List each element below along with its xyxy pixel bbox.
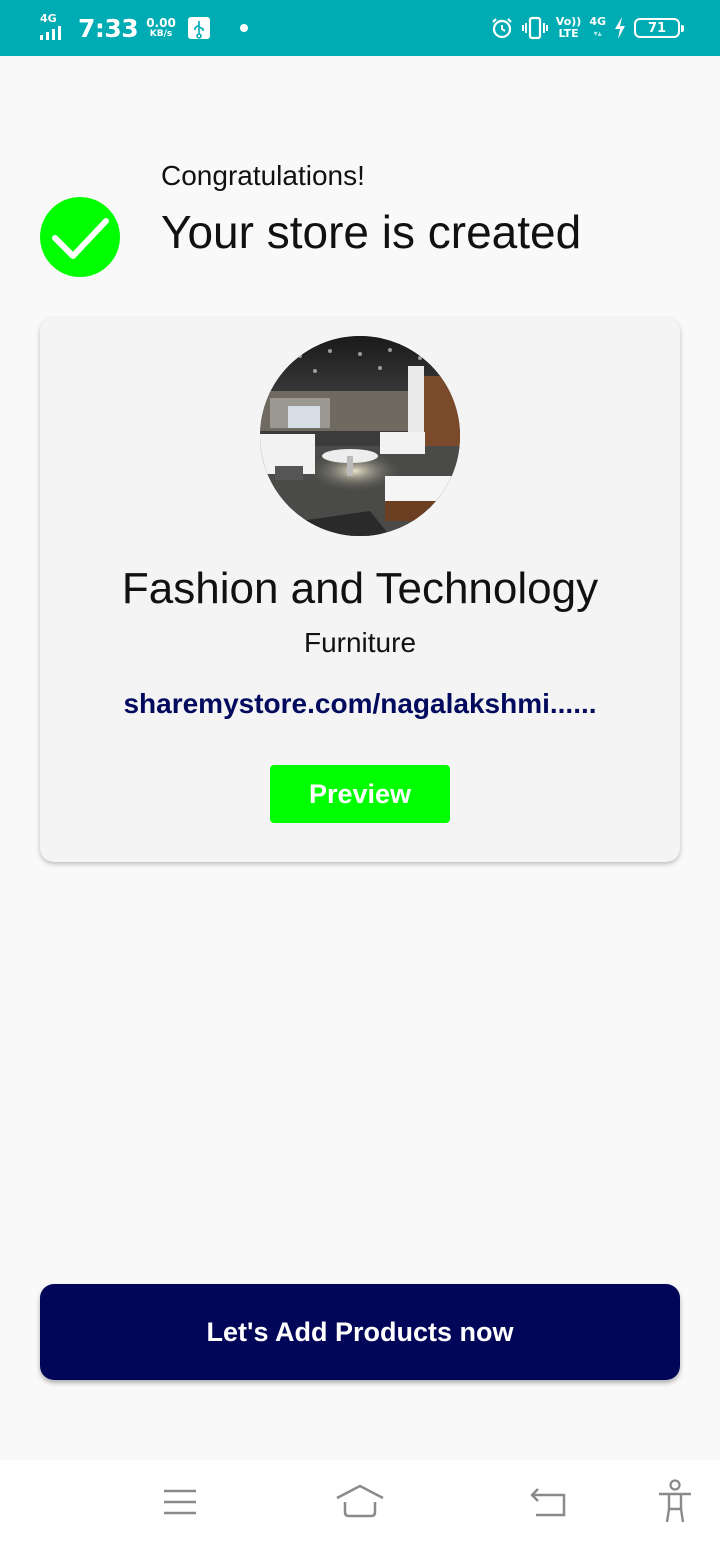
success-check-icon — [40, 197, 120, 277]
network-right: 4G — [589, 15, 606, 28]
speed-value: 0.00 — [146, 16, 176, 30]
page-title: Your store is created — [161, 206, 582, 258]
alarm-icon — [492, 18, 512, 39]
charging-icon — [615, 17, 625, 39]
vibrate-icon — [521, 16, 548, 40]
preview-button[interactable]: Preview — [270, 765, 450, 823]
add-products-button[interactable]: Let's Add Products now — [40, 1284, 680, 1380]
network-type: 4G — [40, 12, 57, 25]
store-card: Fashion and Technology Furniture sharemy… — [40, 318, 680, 862]
notification-dot — [239, 24, 248, 32]
home-icon[interactable] — [335, 1478, 385, 1526]
volte-bottom: LTE — [558, 27, 579, 40]
speed-unit: KB/s — [149, 29, 173, 39]
usb-icon — [187, 17, 210, 39]
store-photo — [260, 336, 460, 536]
system-nav-bar — [0, 1460, 720, 1544]
accessibility-icon[interactable] — [650, 1478, 700, 1526]
status-bar: 4G 7:33 0.00 KB/s Vo)) LTE 4G ▾▴ 71 — [0, 0, 720, 56]
battery-icon: 71 — [634, 18, 684, 38]
status-bar-left: 4G 7:33 0.00 KB/s — [40, 12, 248, 44]
battery-level: 71 — [647, 20, 667, 36]
network-speed: 0.00 KB/s — [146, 17, 176, 39]
congrats-text: Congratulations! — [161, 160, 365, 191]
clock: 7:33 — [78, 13, 139, 43]
status-bar-right: Vo)) LTE 4G ▾▴ 71 — [490, 12, 684, 44]
store-url-link[interactable]: sharemystore.com/nagalakshmi...... — [40, 688, 680, 720]
back-icon[interactable] — [524, 1478, 574, 1526]
network-indicator: 4G ▾▴ — [589, 15, 606, 39]
store-name: Fashion and Technology — [121, 564, 599, 613]
menu-icon[interactable] — [155, 1478, 205, 1526]
signal-icon: 4G — [40, 13, 70, 43]
store-category: Furniture — [303, 627, 417, 658]
volte-indicator: Vo)) LTE — [556, 16, 582, 40]
